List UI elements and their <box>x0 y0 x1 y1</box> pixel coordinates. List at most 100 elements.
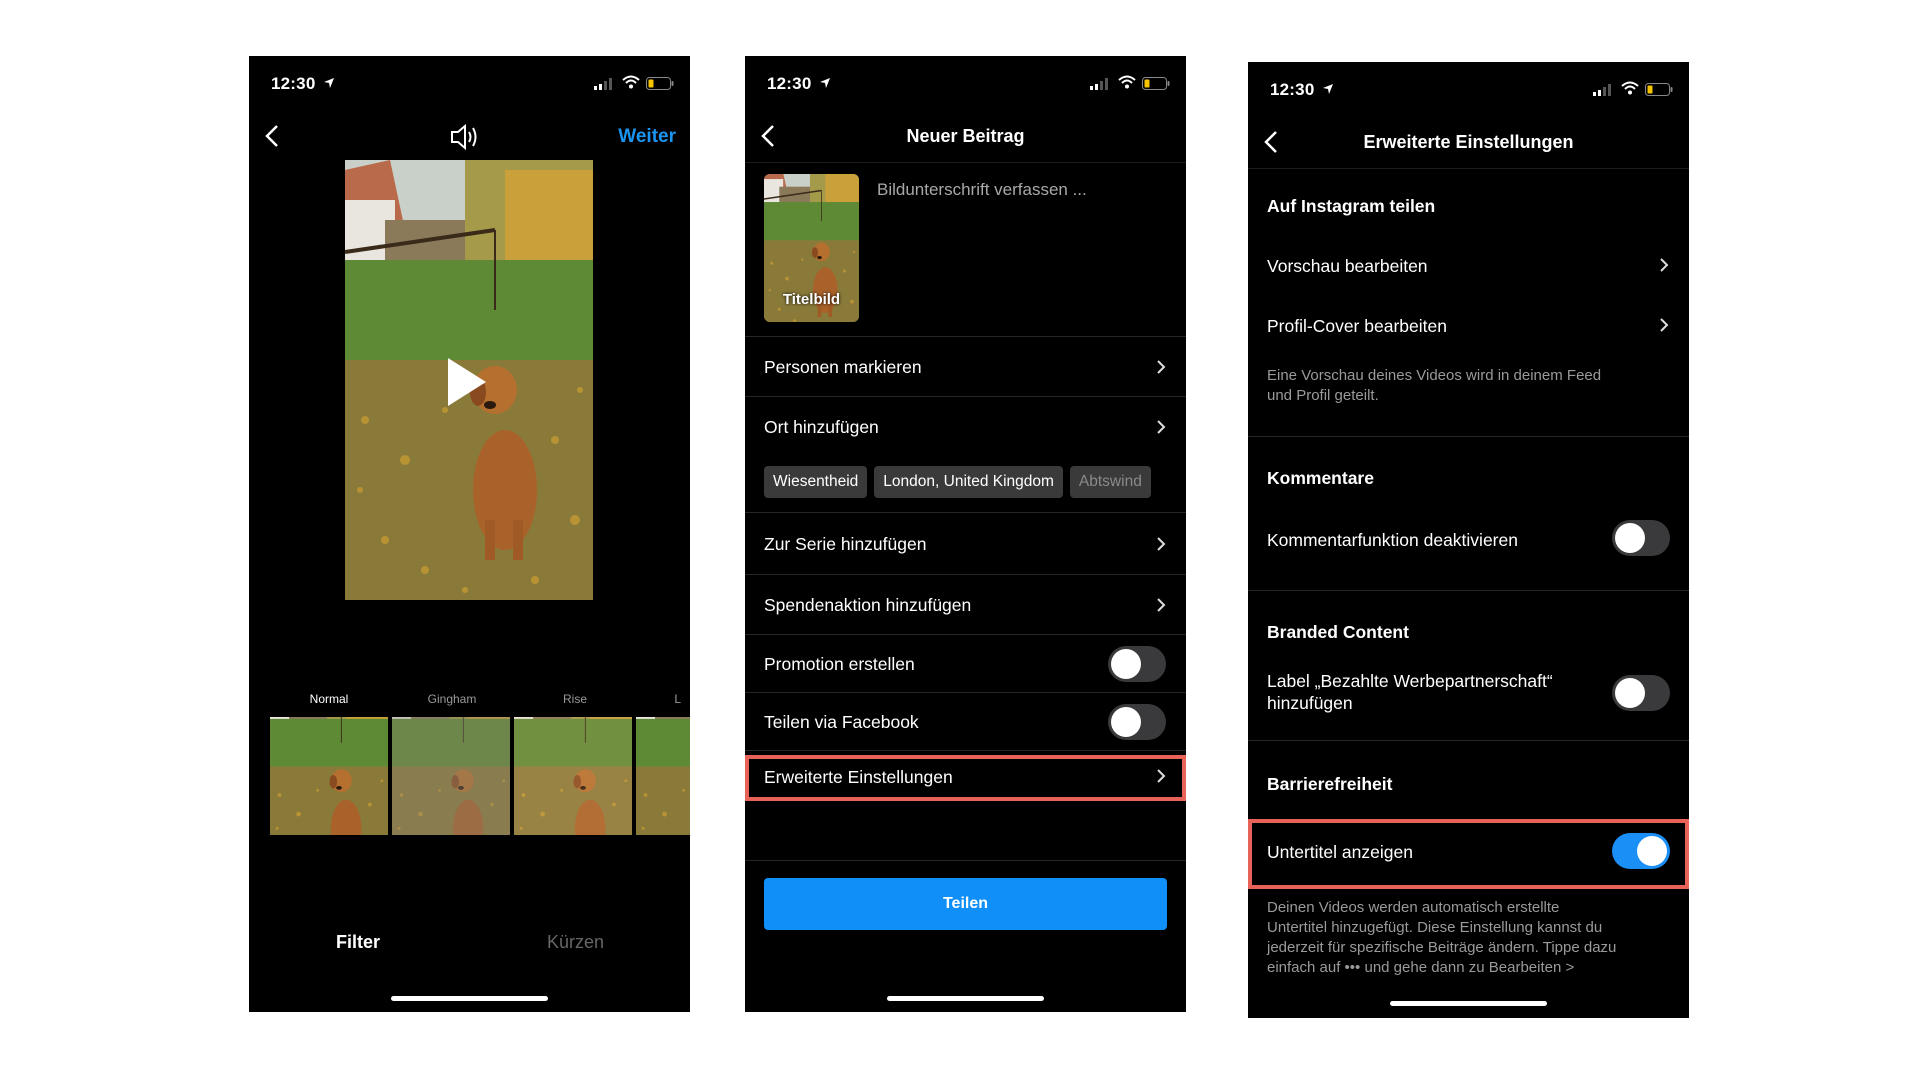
location-chip[interactable]: Abtswind <box>1069 466 1151 498</box>
note-line: Untertitel hinzugefügt. Diese Einstellun… <box>1267 919 1603 936</box>
wifi-icon <box>622 75 640 89</box>
battery-icon <box>646 77 674 90</box>
battery-icon <box>1645 83 1673 96</box>
section-barrierefreiheit: Barrierefreiheit <box>1267 774 1393 794</box>
location-chip[interactable]: Wiesentheid <box>764 466 868 498</box>
row-vorschau-bearbeiten[interactable]: Vorschau bearbeiten <box>1248 238 1689 294</box>
wifi-icon <box>1621 81 1639 95</box>
back-arrow-icon[interactable] <box>265 124 279 148</box>
location-arrow-icon <box>324 78 334 88</box>
row-label: Zur Serie hinzufügen <box>764 534 927 554</box>
filter-label-gingham[interactable]: Gingham <box>392 692 512 706</box>
chevron-right-icon <box>1157 420 1166 434</box>
status-bar: 12:30 <box>745 56 1186 112</box>
advanced-settings-screen: 12:30 Erweiterte Einstellungen Auf Insta… <box>1248 62 1689 1018</box>
row-personen-markieren[interactable]: Personen markieren <box>745 336 1186 397</box>
row-promotion: Promotion erstellen <box>745 634 1186 693</box>
row-spendenaktion[interactable]: Spendenaktion hinzufügen <box>745 574 1186 635</box>
filter-thumbnails <box>270 717 690 835</box>
home-indicator <box>391 996 548 1001</box>
cover-label: Titelbild <box>782 291 841 308</box>
row-zur-serie[interactable]: Zur Serie hinzufügen <box>745 512 1186 575</box>
top-bar: Erweiterte Einstellungen <box>1248 118 1689 169</box>
signal-icon <box>594 78 612 90</box>
home-indicator <box>887 996 1044 1001</box>
section-auf-instagram-teilen: Auf Instagram teilen <box>1267 196 1436 216</box>
row-ort-hinzufuegen[interactable]: Ort hinzufügen <box>745 396 1186 457</box>
filter-labels: Normal Gingham Rise L <box>249 692 690 708</box>
note-line: Eine Vorschau deines Videos wird in dein… <box>1267 367 1602 384</box>
filter-thumb-gingham[interactable] <box>392 717 510 835</box>
row-label: Label „Bezahlte Werbepartnerschaft“ hinz… <box>1267 670 1553 714</box>
status-bar: 12:30 <box>249 56 690 112</box>
chevron-right-icon <box>1157 537 1166 551</box>
divider <box>745 860 1186 861</box>
chevron-right-icon <box>1660 318 1669 332</box>
chevron-right-icon <box>1157 598 1166 612</box>
werbepartnerschaft-toggle[interactable] <box>1612 675 1670 711</box>
filter-label-partial[interactable]: L <box>581 692 681 706</box>
row-label: Ort hinzufügen <box>764 417 879 437</box>
row-label: Teilen via Facebook <box>764 712 919 732</box>
speaker-icon[interactable] <box>449 122 481 152</box>
untertitel-note: Deinen Videos werden automatisch erstell… <box>1267 898 1677 978</box>
home-indicator <box>1390 1001 1547 1006</box>
row-label-line: hinzufügen <box>1267 693 1353 713</box>
new-post-screen: 12:30 Neuer Beitrag Titelbild Bildunters… <box>745 56 1186 1012</box>
row-kommentarfunktion: Kommentarfunktion deaktivieren <box>1248 508 1689 568</box>
battery-icon <box>1142 77 1170 90</box>
row-facebook: Teilen via Facebook <box>745 692 1186 751</box>
video-preview[interactable] <box>345 160 593 600</box>
filter-thumb-rise[interactable] <box>514 717 632 835</box>
note-line: und Profil geteilt. <box>1267 387 1379 404</box>
page-title: Neuer Beitrag <box>906 126 1025 146</box>
top-bar: Weiter <box>249 112 690 162</box>
note-line: einfach auf ••• und gehe dann zu Bearbei… <box>1267 959 1575 976</box>
divider <box>1248 590 1689 591</box>
status-bar: 12:30 <box>1248 62 1689 118</box>
row-label: Promotion erstellen <box>764 654 915 674</box>
vorschau-note: Eine Vorschau deines Videos wird in dein… <box>1267 366 1677 406</box>
tab-filter[interactable]: Filter <box>336 932 380 953</box>
divider <box>1248 740 1689 741</box>
section-kommentare: Kommentare <box>1267 468 1374 488</box>
play-icon[interactable] <box>446 356 488 408</box>
row-profil-cover[interactable]: Profil-Cover bearbeiten <box>1248 298 1689 354</box>
caption-input[interactable]: Bildunterschrift verfassen ... <box>877 180 1087 200</box>
chevron-right-icon <box>1157 360 1166 374</box>
status-time: 12:30 <box>767 74 812 93</box>
location-arrow-icon <box>1323 84 1333 94</box>
share-button[interactable]: Teilen <box>764 878 1167 930</box>
next-button[interactable]: Weiter <box>618 126 676 148</box>
promotion-toggle[interactable] <box>1108 646 1166 682</box>
video-editor-screen: 12:30 Weiter Normal Gingham Rise L Filte… <box>249 56 690 1012</box>
status-time: 12:30 <box>271 74 316 93</box>
row-label-line: Label „Bezahlte Werbepartnerschaft“ <box>1267 671 1553 691</box>
row-werbepartnerschaft: Label „Bezahlte Werbepartnerschaft“ hinz… <box>1248 658 1689 728</box>
section-branded-content: Branded Content <box>1267 622 1409 642</box>
cover-image[interactable]: Titelbild <box>764 174 859 322</box>
top-bar: Neuer Beitrag <box>745 112 1186 163</box>
tab-kuerzen[interactable]: Kürzen <box>547 932 604 953</box>
wifi-icon <box>1118 75 1136 89</box>
divider <box>1248 436 1689 437</box>
chevron-right-icon <box>1660 258 1669 272</box>
facebook-toggle[interactable] <box>1108 704 1166 740</box>
row-label: Personen markieren <box>764 357 922 377</box>
row-label: Vorschau bearbeiten <box>1267 256 1428 276</box>
location-chip[interactable]: London, United Kingdom <box>874 466 1063 498</box>
signal-icon <box>1090 78 1108 90</box>
status-time: 12:30 <box>1270 80 1315 99</box>
location-arrow-icon <box>820 78 830 88</box>
note-line: Deinen Videos werden automatisch erstell… <box>1267 899 1560 916</box>
filter-label-normal[interactable]: Normal <box>269 692 389 706</box>
note-line: jederzeit für spezifische Beiträge änder… <box>1267 939 1617 956</box>
page-title: Erweiterte Einstellungen <box>1363 132 1574 152</box>
highlight-box <box>1248 819 1689 889</box>
filter-thumb-normal[interactable] <box>270 717 388 835</box>
highlight-box <box>745 755 1186 801</box>
kommentarfunktion-toggle[interactable] <box>1612 520 1670 556</box>
signal-icon <box>1593 84 1611 96</box>
row-label: Kommentarfunktion deaktivieren <box>1267 530 1518 550</box>
filter-thumb-partial[interactable] <box>636 717 690 835</box>
